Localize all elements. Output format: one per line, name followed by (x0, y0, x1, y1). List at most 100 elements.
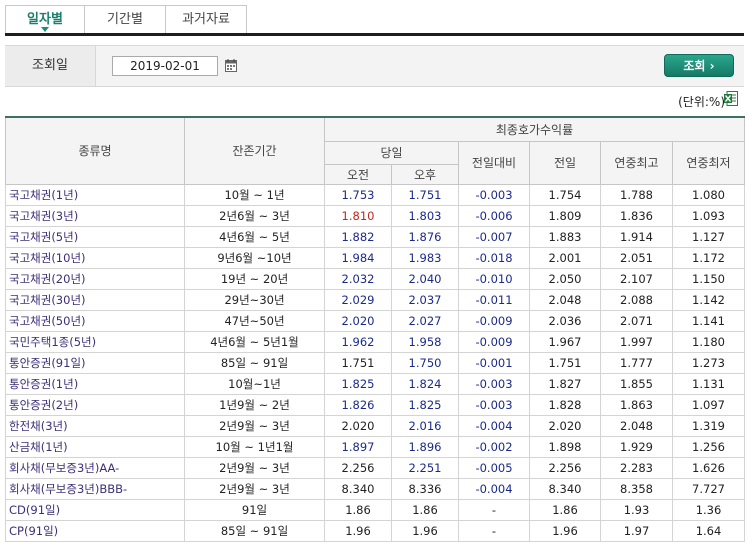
yield-low: 1.64 (672, 519, 745, 542)
bond-name: 통안증권(91일) (5, 351, 185, 374)
yield-pm: 2.037 (391, 288, 459, 311)
header-change: 전일대비 (458, 140, 530, 185)
yield-high: 1.929 (600, 435, 673, 458)
header-year-low: 연중최저 (672, 140, 745, 185)
yield-pm: 2.040 (391, 267, 459, 290)
bond-term: 2년9월 ~ 3년 (184, 414, 325, 437)
bond-name: 국고채권(5년) (5, 225, 185, 248)
query-button[interactable]: 조회 › (664, 54, 734, 77)
yield-table: 종류명 잔존기간 최종호가수익률 당일 전일대비 전일 연중최고 연중최저 오전… (5, 116, 745, 542)
yield-change: - (458, 498, 530, 521)
yield-prev: 1.86 (529, 498, 601, 521)
bond-name: 국고채권(1년) (5, 183, 185, 206)
yield-low: 1.080 (672, 183, 745, 206)
bond-term: 1년9월 ~ 2년 (184, 393, 325, 416)
bond-term: 10월~1년 (184, 372, 325, 395)
bond-term: 19년 ~ 20년 (184, 267, 325, 290)
yield-am: 2.032 (324, 267, 392, 290)
yield-prev: 2.050 (529, 267, 601, 290)
excel-download-icon[interactable] (724, 91, 738, 106)
yield-low: 1.626 (672, 456, 745, 479)
yield-pm: 1.824 (391, 372, 459, 395)
yield-change: -0.011 (458, 288, 530, 311)
header-today: 당일 (324, 140, 459, 165)
yield-prev: 2.256 (529, 456, 601, 479)
header-term: 잔존기간 (184, 116, 325, 185)
yield-am: 1.984 (324, 246, 392, 269)
yield-prev: 2.020 (529, 414, 601, 437)
yield-low: 1.273 (672, 351, 745, 374)
yield-am: 1.897 (324, 435, 392, 458)
yield-pm: 1.825 (391, 393, 459, 416)
bond-term: 85일 ~ 91일 (184, 351, 325, 374)
bond-term: 47년~50년 (184, 309, 325, 332)
yield-change: -0.009 (458, 309, 530, 332)
yield-low: 1.131 (672, 372, 745, 395)
tab-daily[interactable]: 일자별 (5, 5, 85, 34)
bond-term: 10월 ~ 1년 (184, 183, 325, 206)
bond-term: 2년6월 ~ 3년 (184, 204, 325, 227)
table-row: 산금채(1년) 10월 ~ 1년1월 1.897 1.896 -0.002 1.… (5, 435, 745, 458)
yield-change: -0.005 (458, 456, 530, 479)
header-type: 종류명 (5, 116, 185, 185)
yield-pm: 1.750 (391, 351, 459, 374)
table-row: 통안증권(91일) 85일 ~ 91일 1.751 1.750 -0.001 1… (5, 351, 745, 374)
yield-prev: 1.751 (529, 351, 601, 374)
tab-bar: 일자별 기간별 과거자료 (5, 5, 247, 35)
header-year-high: 연중최고 (600, 140, 673, 185)
yield-pm: 8.336 (391, 477, 459, 500)
table-row: 국고채권(5년) 4년6월 ~ 5년 1.882 1.876 -0.007 1.… (5, 225, 745, 248)
bond-term: 4년6월 ~ 5년1월 (184, 330, 325, 353)
tab-daily-label: 일자별 (27, 12, 63, 27)
bond-term: 85일 ~ 91일 (184, 519, 325, 542)
tab-divider (5, 33, 744, 36)
tab-period[interactable]: 기간별 (84, 5, 166, 34)
table-row: 한전채(3년) 2년9월 ~ 3년 2.020 2.016 -0.004 2.0… (5, 414, 745, 437)
yield-high: 2.283 (600, 456, 673, 479)
yield-pm: 1.958 (391, 330, 459, 353)
yield-high: 8.358 (600, 477, 673, 500)
yield-am: 1.825 (324, 372, 392, 395)
calendar-icon[interactable] (225, 59, 237, 72)
yield-high: 2.051 (600, 246, 673, 269)
yield-low: 1.142 (672, 288, 745, 311)
yield-high: 1.97 (600, 519, 673, 542)
yield-change: -0.003 (458, 393, 530, 416)
table-row: CD(91일) 91일 1.86 1.86 - 1.86 1.93 1.36 (5, 498, 745, 521)
yield-prev: 1.967 (529, 330, 601, 353)
yield-prev: 1.96 (529, 519, 601, 542)
header-am: 오전 (324, 163, 392, 185)
yield-prev: 2.001 (529, 246, 601, 269)
yield-high: 1.777 (600, 351, 673, 374)
yield-high: 1.914 (600, 225, 673, 248)
date-input[interactable] (112, 56, 218, 76)
yield-change: -0.003 (458, 372, 530, 395)
yield-table-body: 국고채권(1년) 10월 ~ 1년 1.753 1.751 -0.003 1.7… (5, 183, 745, 542)
header-prev: 전일 (529, 140, 601, 185)
yield-low: 1.172 (672, 246, 745, 269)
header-pm: 오후 (391, 163, 459, 185)
yield-am: 1.96 (324, 519, 392, 542)
bond-name: 산금채(1년) (5, 435, 185, 458)
yield-high: 1.997 (600, 330, 673, 353)
table-row: 국고채권(10년) 9년6월 ~10년 1.984 1.983 -0.018 2… (5, 246, 745, 269)
yield-change: -0.010 (458, 267, 530, 290)
yield-change: -0.007 (458, 225, 530, 248)
yield-high: 1.836 (600, 204, 673, 227)
tab-history-label: 과거자료 (182, 12, 230, 27)
yield-change: -0.006 (458, 204, 530, 227)
bond-term: 2년9월 ~ 3년 (184, 477, 325, 500)
table-row: 국고채권(50년) 47년~50년 2.020 2.027 -0.009 2.0… (5, 309, 745, 332)
yield-pm: 1.751 (391, 183, 459, 206)
bond-term: 2년9월 ~ 3년 (184, 456, 325, 479)
yield-change: -0.004 (458, 477, 530, 500)
yield-am: 1.753 (324, 183, 392, 206)
bond-name: 국고채권(10년) (5, 246, 185, 269)
yield-low: 1.093 (672, 204, 745, 227)
bond-name: 국고채권(3년) (5, 204, 185, 227)
bond-term: 9년6월 ~10년 (184, 246, 325, 269)
bond-name: 국고채권(30년) (5, 288, 185, 311)
tab-history[interactable]: 과거자료 (165, 5, 247, 34)
yield-change: -0.003 (458, 183, 530, 206)
bond-name: 회사채(무보증3년)AA- (5, 456, 185, 479)
